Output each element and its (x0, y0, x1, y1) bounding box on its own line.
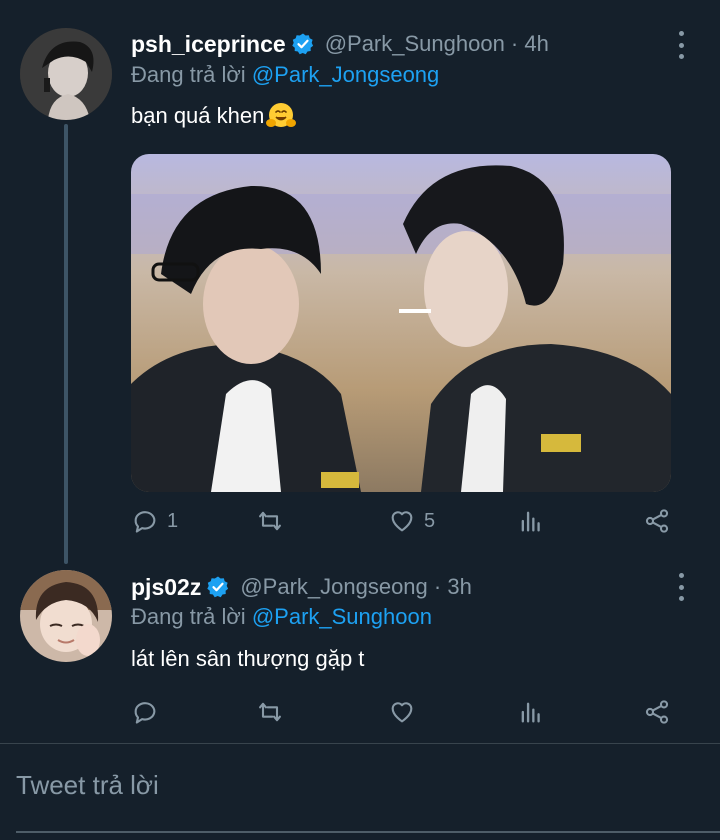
tweet-2[interactable]: pjs02z @Park_Jongseong · 3h Đang trả lời… (0, 560, 720, 742)
handle-and-time: @Park_Sunghoon · 4h (324, 31, 549, 56)
more-options-icon[interactable] (676, 31, 686, 59)
tweet-header: pjs02z @Park_Jongseong · 3h (131, 572, 690, 602)
like-button[interactable] (388, 696, 416, 728)
verified-badge-icon (291, 33, 313, 55)
analytics-icon (521, 511, 540, 532)
like-icon (391, 511, 413, 532)
analytics-button[interactable] (517, 505, 545, 537)
replying-to: Đang trả lời @Park_Jongseong (131, 62, 439, 88)
tweet-thread-page: psh_iceprince @Park_Sunghoon · 4h Đang t… (0, 0, 720, 840)
reply-icon (134, 511, 156, 533)
like-count: 5 (424, 509, 436, 532)
display-name[interactable]: pjs02z (131, 574, 201, 601)
hugging-face-emoji-icon (266, 103, 297, 127)
verified-badge-icon (207, 576, 229, 598)
composer-divider (0, 743, 720, 744)
like-icon (391, 702, 413, 723)
analytics-icon (521, 702, 540, 723)
reply-button[interactable]: 1 (131, 505, 178, 537)
tweet-text: lát lên sân thượng gặp t (131, 646, 364, 672)
tweet-actions: 1 5 (131, 505, 676, 537)
reply-count: 1 (167, 509, 179, 532)
tweet-text-content: bạn quá khen (131, 103, 265, 128)
retweet-button[interactable] (256, 505, 284, 537)
tweet-1[interactable]: psh_iceprince @Park_Sunghoon · 4h Đang t… (0, 0, 720, 560)
reply-icon (134, 702, 156, 724)
share-icon (645, 509, 669, 533)
composer-underline (16, 831, 720, 833)
reply-button[interactable] (131, 696, 159, 728)
handle-and-time: @Park_Jongseong · 3h (240, 574, 472, 599)
tweet-actions (131, 696, 676, 728)
display-name[interactable]: psh_iceprince (131, 31, 286, 58)
tweet-header: psh_iceprince @Park_Sunghoon · 4h (131, 29, 690, 59)
tweet-media-image[interactable] (131, 154, 671, 492)
reply-composer-input[interactable]: Tweet trả lời (16, 770, 159, 801)
retweet-button[interactable] (256, 696, 284, 728)
tweet-text-content: lát lên sân thượng gặp t (131, 646, 365, 671)
share-button[interactable] (643, 505, 671, 537)
avatar[interactable] (20, 570, 112, 662)
share-button[interactable] (643, 696, 671, 728)
like-button[interactable]: 5 (388, 505, 435, 537)
replying-mention-link[interactable]: @Park_Sunghoon (252, 604, 432, 629)
avatar[interactable] (20, 28, 112, 120)
more-options-icon[interactable] (676, 573, 686, 601)
retweet-icon (259, 702, 281, 722)
analytics-button[interactable] (517, 696, 545, 728)
retweet-icon (259, 511, 281, 531)
replying-to: Đang trả lời @Park_Sunghoon (131, 604, 432, 630)
replying-prefix: Đang trả lời (131, 62, 246, 87)
share-icon (645, 700, 669, 724)
replying-prefix: Đang trả lời (131, 604, 246, 629)
replying-mention-link[interactable]: @Park_Jongseong (252, 62, 439, 87)
tweet-text: bạn quá khen (131, 101, 297, 131)
